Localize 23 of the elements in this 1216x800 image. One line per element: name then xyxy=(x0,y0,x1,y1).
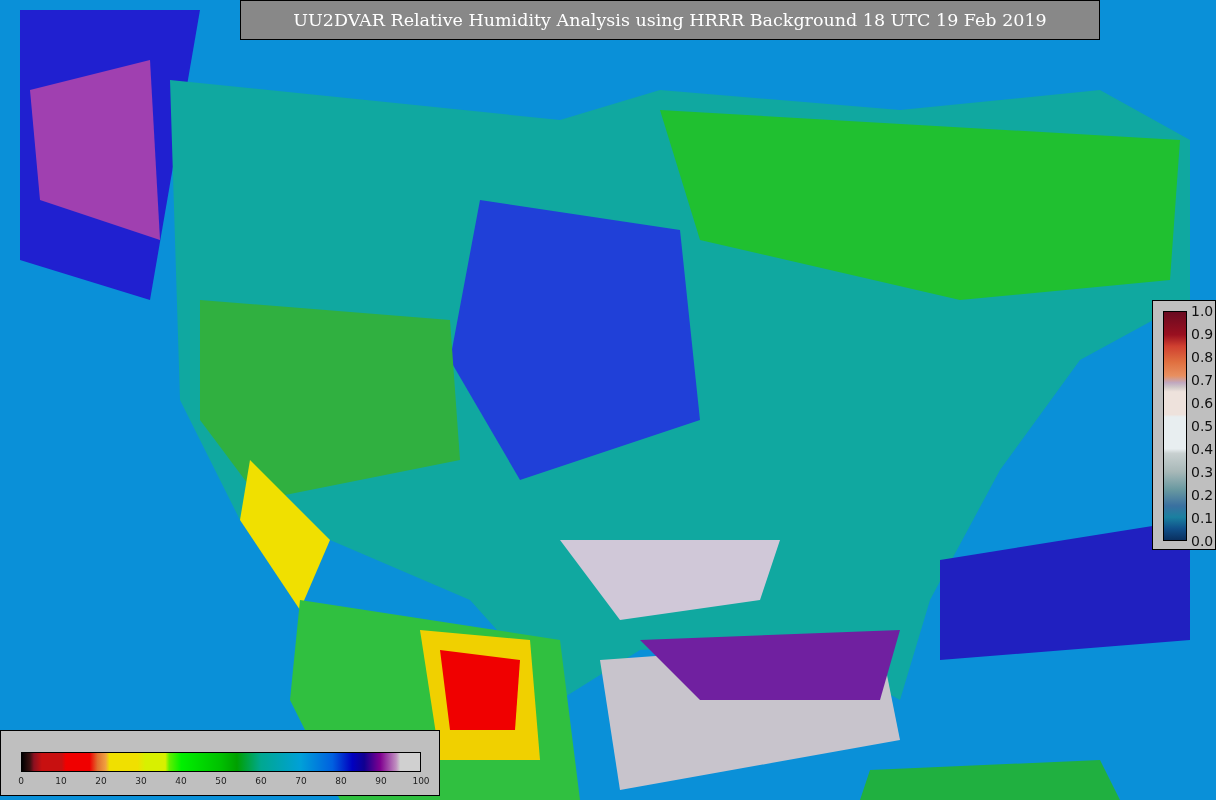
tick-label: 40 xyxy=(175,776,187,786)
tick-label: 70 xyxy=(295,776,307,786)
tick-label: 0.5 xyxy=(1191,418,1214,434)
tick-label: 80 xyxy=(335,776,347,786)
tick-label: 100 xyxy=(412,776,430,786)
tick-label: 0 xyxy=(18,776,24,786)
tick-label: 0.3 xyxy=(1191,464,1214,480)
tick-label: 50 xyxy=(215,776,227,786)
tick-label: 0.0 xyxy=(1191,533,1214,549)
tick-label: 0.8 xyxy=(1191,349,1214,365)
tick-label: 1.0 xyxy=(1191,303,1214,319)
tick-label: 0.7 xyxy=(1191,372,1214,388)
tick-label: 10 xyxy=(55,776,67,786)
tick-label: 90 xyxy=(375,776,387,786)
tick-label: 0.4 xyxy=(1191,441,1214,457)
tick-label: 0.9 xyxy=(1191,326,1214,342)
tick-label: 20 xyxy=(95,776,107,786)
tick-label: 60 xyxy=(255,776,267,786)
tick-label: 0.6 xyxy=(1191,395,1214,411)
tick-label: 0.1 xyxy=(1191,510,1214,526)
map-title: UU2DVAR Relative Humidity Analysis using HRRR Background 18 UTC 19 Feb 2019 xyxy=(240,0,1100,40)
tick-label: 30 xyxy=(135,776,147,786)
tick-label: 0.2 xyxy=(1191,487,1214,503)
